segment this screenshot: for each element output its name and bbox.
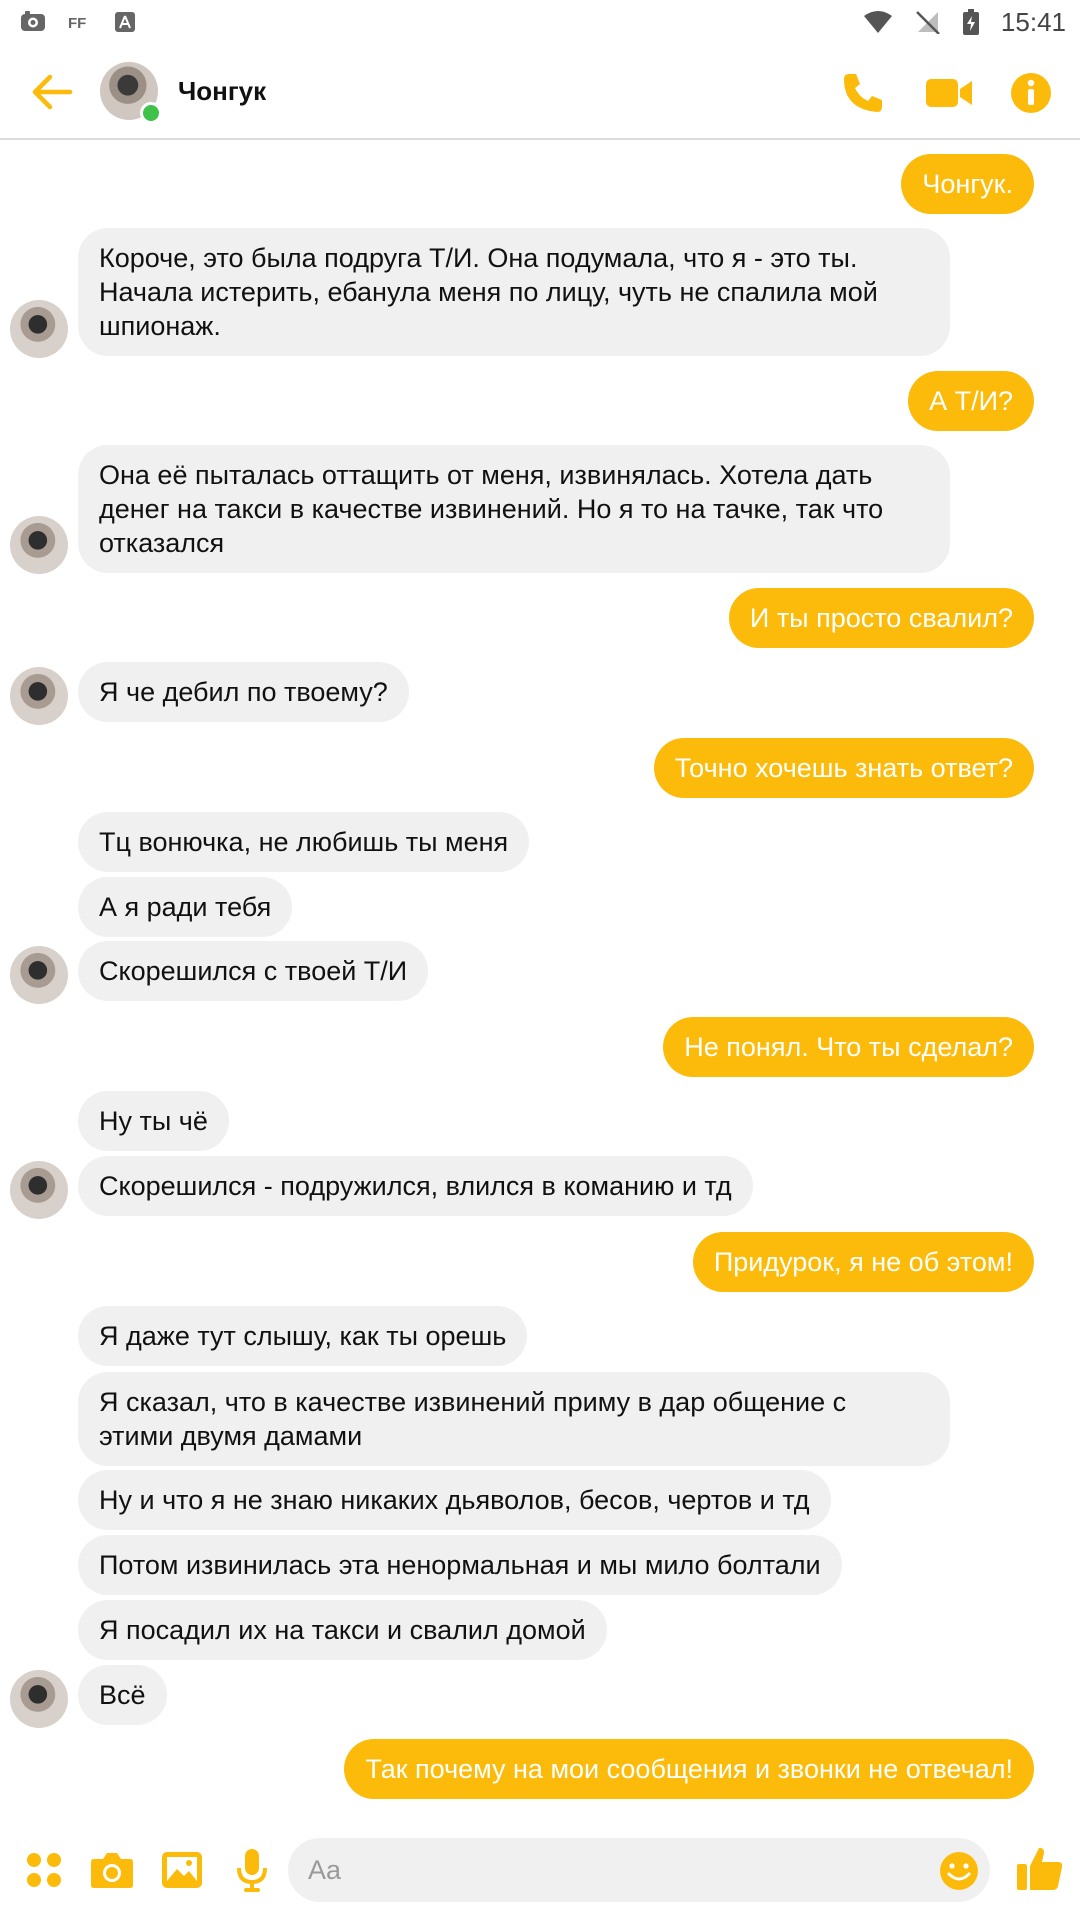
message-incoming[interactable]: Ну ты чё <box>78 1091 229 1151</box>
message-outgoing[interactable]: Точно хочешь знать ответ? <box>653 738 1034 798</box>
video-call-button[interactable] <box>924 68 974 118</box>
four-dots-icon <box>27 1853 61 1887</box>
message-list[interactable]: Чонгук. Короче, это была подруга Т/И. Он… <box>0 142 1080 1822</box>
sender-avatar <box>10 1161 68 1219</box>
status-bar: FF 15:41 <box>0 0 1080 44</box>
status-right: 15:41 <box>863 7 1066 38</box>
message-incoming[interactable]: Скорешился с твоей Т/И <box>78 941 429 1001</box>
sender-avatar <box>10 300 68 358</box>
camera-notification-icon <box>20 11 46 33</box>
message-incoming[interactable]: А я ради тебя <box>78 877 293 937</box>
a-icon <box>114 11 136 33</box>
phone-icon <box>844 74 882 112</box>
voice-call-button[interactable] <box>838 68 888 118</box>
clock: 15:41 <box>1000 6 1066 37</box>
camera-button[interactable] <box>86 1844 138 1896</box>
no-sim-icon <box>915 10 941 34</box>
thumbs-up-icon <box>1017 1847 1063 1890</box>
battery-icon <box>962 9 979 35</box>
message-incoming[interactable]: Я даже тут слышу, как ты орешь <box>78 1306 528 1366</box>
sender-avatar <box>10 946 68 1004</box>
message-outgoing[interactable]: Придурок, я не об этом! <box>692 1232 1034 1292</box>
contact-name[interactable]: Чонгук <box>178 76 266 107</box>
message-incoming[interactable]: Всё <box>78 1665 167 1725</box>
sender-avatar <box>10 1670 68 1728</box>
message-incoming[interactable]: Потом извинилась эта ненормальная и мы м… <box>78 1535 842 1595</box>
message-incoming[interactable]: Я посадил их на такси и свалил домой <box>78 1600 607 1660</box>
message-incoming[interactable]: Ну и что я не знаю никаких дьяволов, бес… <box>78 1470 831 1530</box>
back-arrow-icon <box>32 74 73 110</box>
ff-icon: FF <box>68 11 92 33</box>
smiley-icon <box>940 1852 978 1890</box>
online-status-dot <box>140 102 162 124</box>
message-input[interactable] <box>288 1838 990 1902</box>
message-incoming[interactable]: Скорешился - подружился, влился в комани… <box>78 1156 753 1216</box>
svg-text:FF: FF <box>68 15 86 32</box>
chat-header: Чонгук <box>0 44 1080 140</box>
message-incoming[interactable]: Я че дебил по твоему? <box>78 662 409 722</box>
message-incoming[interactable]: Тц вонючка, не любишь ты меня <box>78 812 530 872</box>
wifi-icon <box>863 10 893 34</box>
composer-bar <box>0 1820 1080 1920</box>
message-incoming[interactable]: Я сказал, что в качестве извинений приму… <box>78 1372 950 1466</box>
message-incoming[interactable]: Короче, это была подруга Т/И. Она подума… <box>78 228 950 356</box>
more-actions-button[interactable] <box>18 1844 70 1896</box>
status-left: FF <box>20 11 136 33</box>
info-button[interactable] <box>1006 68 1056 118</box>
message-outgoing[interactable]: Не понял. Что ты сделал? <box>663 1017 1034 1077</box>
message-outgoing[interactable]: А Т/И? <box>908 371 1034 431</box>
message-outgoing[interactable]: Так почему на мои сообщения и звонки не … <box>344 1739 1034 1799</box>
like-button[interactable] <box>1014 1842 1066 1894</box>
message-incoming[interactable]: Она её пыталась оттащить от меня, извиня… <box>78 445 950 573</box>
sender-avatar <box>10 516 68 574</box>
microphone-icon <box>237 1849 267 1892</box>
info-icon <box>1011 73 1051 113</box>
back-button[interactable] <box>30 70 74 114</box>
emoji-button[interactable] <box>938 1850 980 1892</box>
sender-avatar <box>10 667 68 725</box>
message-outgoing[interactable]: И ты просто свалил? <box>728 588 1034 648</box>
image-icon <box>162 1852 202 1888</box>
message-outgoing[interactable]: Чонгук. <box>901 154 1034 214</box>
camera-icon <box>91 1853 133 1888</box>
video-camera-icon <box>926 79 972 107</box>
voice-message-button[interactable] <box>226 1844 278 1896</box>
gallery-button[interactable] <box>156 1844 208 1896</box>
